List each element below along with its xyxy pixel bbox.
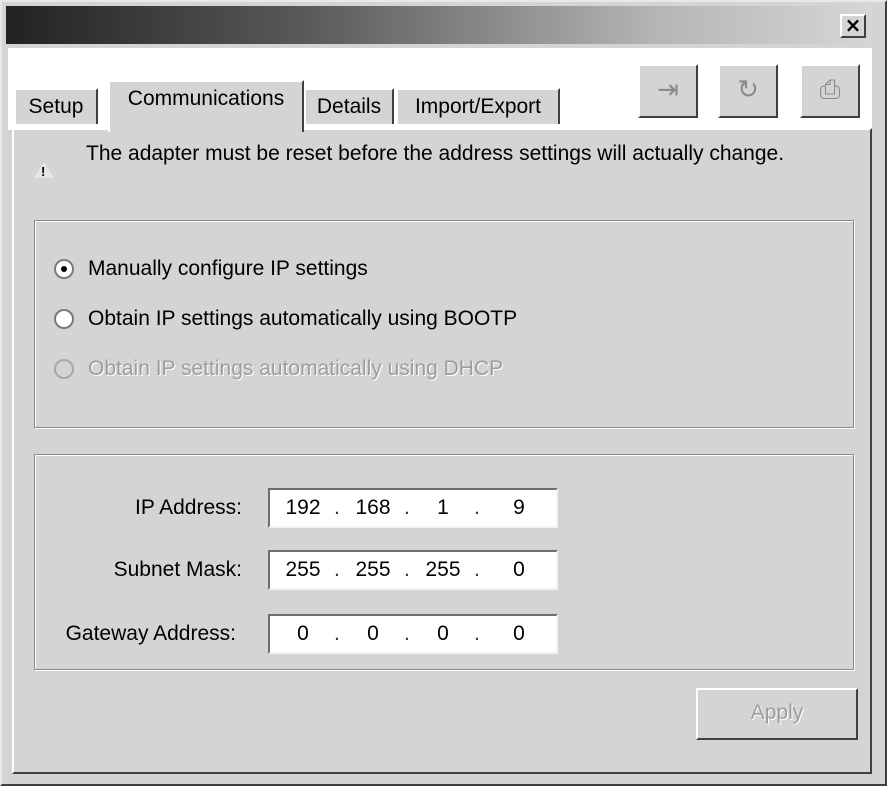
subnet-separator: . [334,558,340,581]
radio-bootp-label: Obtain IP settings automatically using B… [88,307,518,330]
ip-separator: . [334,496,340,519]
subnet-separator: . [474,558,480,581]
close-icon: × [844,13,862,37]
radio-dhcp: Obtain IP settings automatically using D… [54,354,694,384]
tab-details-label: Details [316,95,382,118]
ip-octet-2: 168 [355,496,391,519]
tab-setup[interactable]: Setup [14,88,98,124]
tab-import-export[interactable]: Import/Export [396,88,560,124]
print-button[interactable]: ⎙ [800,64,860,118]
gateway-octet-2: 0 [367,622,379,645]
apply-button: Apply [696,688,858,740]
gateway-separator: . [334,622,340,645]
radio-bootp-control[interactable] [54,309,74,329]
ip-octet-1: 192 [285,496,321,519]
title-bar[interactable] [6,6,872,44]
tab-import-export-label: Import/Export [414,95,542,118]
ip-separator: . [404,496,410,519]
apply-button-label: Apply [750,701,804,724]
subnet-octet-1: 255 [285,558,321,581]
import-icon: ⇥ [657,75,679,105]
ip-octet-3: 1 [437,496,449,519]
subnet-octet-3: 255 [425,558,461,581]
subnet-mask-input[interactable]: 255 . 255 . 255 . 0 [268,550,558,590]
subnet-mask-label: Subnet Mask: [113,558,242,581]
print-icon: ⎙ [819,75,841,105]
warning-message: The adapter must be reset before the add… [86,142,785,165]
gateway-address-input[interactable]: 0 . 0 . 0 . 0 [268,614,558,654]
gateway-octet-3: 0 [437,622,449,645]
gateway-separator: . [404,622,410,645]
gateway-octet-1: 0 [297,622,309,645]
tab-details[interactable]: Details [304,88,394,124]
ip-address-label: IP Address: [134,496,242,519]
refresh-button[interactable]: ↻ [718,64,778,118]
radio-dhcp-control [54,359,74,379]
radio-bootp[interactable]: Obtain IP settings automatically using B… [54,304,694,334]
warning-icon: ! [34,162,54,179]
gateway-octet-4: 0 [513,622,525,645]
tab-communications[interactable]: Communications [108,80,304,132]
gateway-separator: . [474,622,480,645]
radio-manual-ip-control[interactable] [54,259,74,279]
tab-setup-label: Setup [28,95,84,118]
gateway-address-label: Gateway Address: [65,622,236,645]
ip-octet-4: 9 [513,496,525,519]
close-button[interactable]: × [840,14,866,38]
radio-manual-ip[interactable]: Manually configure IP settings [54,254,654,284]
radio-manual-ip-label: Manually configure IP settings [88,257,368,280]
subnet-octet-2: 255 [355,558,391,581]
ip-address-input[interactable]: 192 . 168 . 1 . 9 [268,488,558,528]
ip-separator: . [474,496,480,519]
subnet-separator: . [404,558,410,581]
radio-dhcp-label: Obtain IP settings automatically using D… [88,357,504,380]
import-button[interactable]: ⇥ [638,64,698,118]
tab-communications-label: Communications [127,87,285,110]
refresh-icon: ↻ [737,75,759,105]
subnet-octet-4: 0 [513,558,525,581]
